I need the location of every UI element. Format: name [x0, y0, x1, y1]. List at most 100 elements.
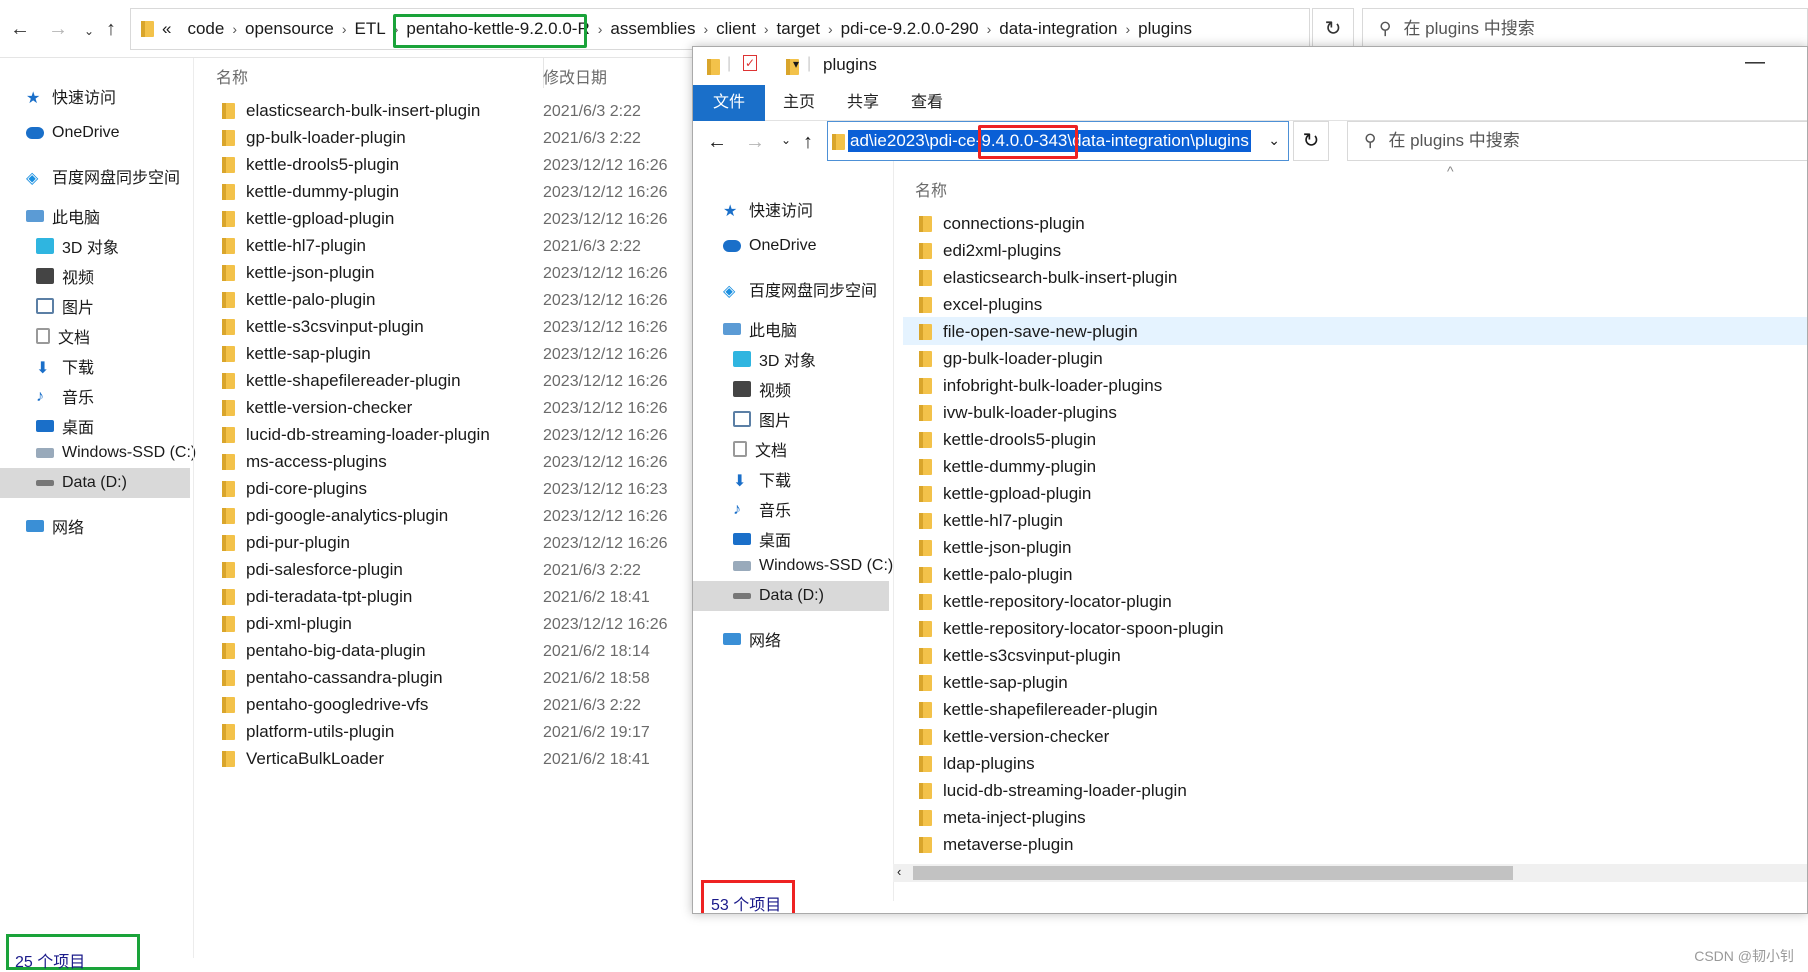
nav-desktop[interactable]: 桌面	[36, 414, 94, 438]
list-item[interactable]: ms-access-plugins	[222, 452, 387, 472]
checkmark-icon[interactable]: ✓	[743, 55, 757, 71]
list-item[interactable]: infobright-bulk-loader-plugins	[919, 376, 1162, 396]
nav-network[interactable]: 网络	[26, 514, 84, 538]
breadcrumb-item[interactable]: client	[716, 19, 756, 38]
list-item[interactable]: kettle-palo-plugin	[919, 565, 1072, 585]
nav-onedrive[interactable]: OneDrive	[26, 124, 120, 142]
nav-baidu[interactable]: ◈ 百度网盘同步空间	[723, 277, 877, 301]
breadcrumb-item[interactable]: ETL	[355, 19, 386, 38]
nav-this-pc[interactable]: 此电脑	[723, 317, 797, 341]
nav-video[interactable]: 视频	[733, 377, 791, 401]
list-item[interactable]: metaverse-plugin	[919, 835, 1073, 855]
nav-drive-c[interactable]: Windows-SSD (C:)	[36, 444, 196, 462]
list-item[interactable]: ldap-plugins	[919, 754, 1035, 774]
nav-drive-d[interactable]: Data (D:)	[733, 587, 824, 605]
nav-pictures[interactable]: 图片	[36, 294, 94, 318]
chevron-down-icon[interactable]: ⌄	[1262, 132, 1280, 149]
list-item[interactable]: kettle-gpload-plugin	[919, 484, 1091, 504]
list-item[interactable]: kettle-version-checker	[919, 727, 1109, 747]
list-item[interactable]: excel-plugins	[919, 295, 1042, 315]
list-item[interactable]: lucid-db-streaming-loader-plugin	[919, 781, 1187, 801]
list-item[interactable]: kettle-s3csvinput-plugin	[222, 317, 424, 337]
search-input[interactable]: ⚲ 在 plugins 中搜索	[1362, 8, 1808, 50]
list-item[interactable]: kettle-hl7-plugin	[222, 236, 366, 256]
list-item[interactable]: kettle-repository-locator-plugin	[919, 592, 1172, 612]
up-arrow-icon[interactable]: ↑	[106, 18, 116, 41]
nav-desktop[interactable]: 桌面	[733, 527, 791, 551]
list-item[interactable]: kettle-drools5-plugin	[222, 155, 399, 175]
list-item[interactable]: kettle-dummy-plugin	[222, 182, 399, 202]
list-item[interactable]: kettle-repository-locator-spoon-plugin	[919, 619, 1224, 639]
chevron-right-icon[interactable]: ›	[1125, 21, 1130, 37]
chevron-right-icon[interactable]: ›	[342, 21, 347, 37]
list-item[interactable]: elasticsearch-bulk-insert-plugin	[919, 268, 1177, 288]
nav-pictures[interactable]: 图片	[733, 407, 791, 431]
list-item[interactable]: pentaho-googledrive-vfs	[222, 695, 428, 715]
forward-arrow-icon[interactable]: →	[745, 131, 765, 154]
list-item[interactable]: gp-bulk-loader-plugin	[919, 349, 1103, 369]
chevron-right-icon[interactable]: ›	[598, 21, 603, 37]
list-item[interactable]: kettle-s3csvinput-plugin	[919, 646, 1121, 666]
nav-music[interactable]: ♪ 音乐	[733, 497, 791, 521]
list-item[interactable]: meta-inject-plugins	[919, 808, 1086, 828]
nav-3d-objects[interactable]: 3D 对象	[36, 234, 119, 258]
chevron-down-icon[interactable]: ⌄	[781, 133, 791, 147]
nav-drive-d[interactable]: Data (D:)	[36, 474, 127, 492]
back-arrow-icon[interactable]: ←	[10, 18, 30, 41]
search-input[interactable]: ⚲ 在 plugins 中搜索	[1347, 121, 1807, 161]
nav-documents[interactable]: 文档	[733, 437, 787, 461]
list-item[interactable]: pentaho-big-data-plugin	[222, 641, 426, 661]
list-item[interactable]: platform-utils-plugin	[222, 722, 394, 742]
nav-quick-access[interactable]: ★ 快速访问	[26, 84, 116, 108]
tab-view[interactable]: 查看	[893, 85, 961, 121]
nav-quick-access[interactable]: ★ 快速访问	[723, 197, 813, 221]
nav-video[interactable]: 视频	[36, 264, 94, 288]
list-item[interactable]: lucid-db-streaming-loader-plugin	[222, 425, 490, 445]
list-item[interactable]: connections-plugin	[919, 214, 1085, 234]
chevron-right-icon[interactable]: ›	[764, 21, 769, 37]
list-item[interactable]: pdi-core-plugins	[222, 479, 367, 499]
list-item[interactable]: kettle-sap-plugin	[222, 344, 371, 364]
breadcrumb-item[interactable]: plugins	[1138, 19, 1192, 38]
tab-file[interactable]: 文件	[693, 85, 765, 121]
breadcrumb-item[interactable]: target	[776, 19, 819, 38]
refresh-icon[interactable]: ↻	[1312, 8, 1354, 50]
breadcrumb-item[interactable]: assemblies	[610, 19, 695, 38]
scrollbar-thumb[interactable]	[913, 866, 1513, 880]
chevron-left-icon[interactable]: ‹	[897, 864, 901, 879]
forward-arrow-icon[interactable]: →	[48, 18, 68, 41]
list-item[interactable]: pdi-teradata-tpt-plugin	[222, 587, 412, 607]
nav-drive-c[interactable]: Windows-SSD (C:)	[733, 557, 893, 575]
list-item[interactable]: pdi-pur-plugin	[222, 533, 350, 553]
list-item[interactable]: kettle-sap-plugin	[919, 673, 1068, 693]
chevron-right-icon[interactable]: ›	[703, 21, 708, 37]
list-item[interactable]: kettle-json-plugin	[222, 263, 375, 283]
list-item[interactable]: VerticaBulkLoader	[222, 749, 384, 769]
list-item[interactable]: kettle-drools5-plugin	[919, 430, 1096, 450]
breadcrumb-item[interactable]: opensource	[245, 19, 334, 38]
breadcrumb-item[interactable]: pdi-ce-9.2.0.0-290	[841, 19, 979, 38]
list-item[interactable]: kettle-palo-plugin	[222, 290, 375, 310]
refresh-icon[interactable]: ↻	[1293, 121, 1329, 161]
breadcrumb-item[interactable]: «	[162, 19, 171, 38]
dropdown-arrow-icon[interactable]: ▾	[793, 57, 799, 71]
nav-music[interactable]: ♪ 音乐	[36, 384, 94, 408]
list-item[interactable]: kettle-version-checker	[222, 398, 412, 418]
minimize-icon[interactable]: —	[1745, 51, 1765, 74]
horizontal-scrollbar[interactable]: ‹	[893, 864, 1807, 882]
nav-baidu[interactable]: ◈ 百度网盘同步空间	[26, 164, 180, 188]
list-item[interactable]: pdi-xml-plugin	[222, 614, 352, 634]
tab-home[interactable]: 主页	[765, 85, 833, 121]
list-item[interactable]: pentaho-cassandra-plugin	[222, 668, 443, 688]
chevron-right-icon[interactable]: ›	[828, 21, 833, 37]
chevron-down-icon[interactable]: ⌄	[84, 24, 94, 38]
list-item[interactable]: kettle-json-plugin	[919, 538, 1072, 558]
nav-network[interactable]: 网络	[723, 627, 781, 651]
tab-share[interactable]: 共享	[829, 85, 897, 121]
nav-3d-objects[interactable]: 3D 对象	[733, 347, 816, 371]
chevron-right-icon[interactable]: ›	[232, 21, 237, 37]
list-item[interactable]: elasticsearch-bulk-insert-plugin	[222, 101, 480, 121]
column-header-date[interactable]: 修改日期	[543, 64, 607, 88]
column-header-name[interactable]: 名称	[216, 64, 248, 88]
breadcrumb-item[interactable]: code	[187, 19, 224, 38]
